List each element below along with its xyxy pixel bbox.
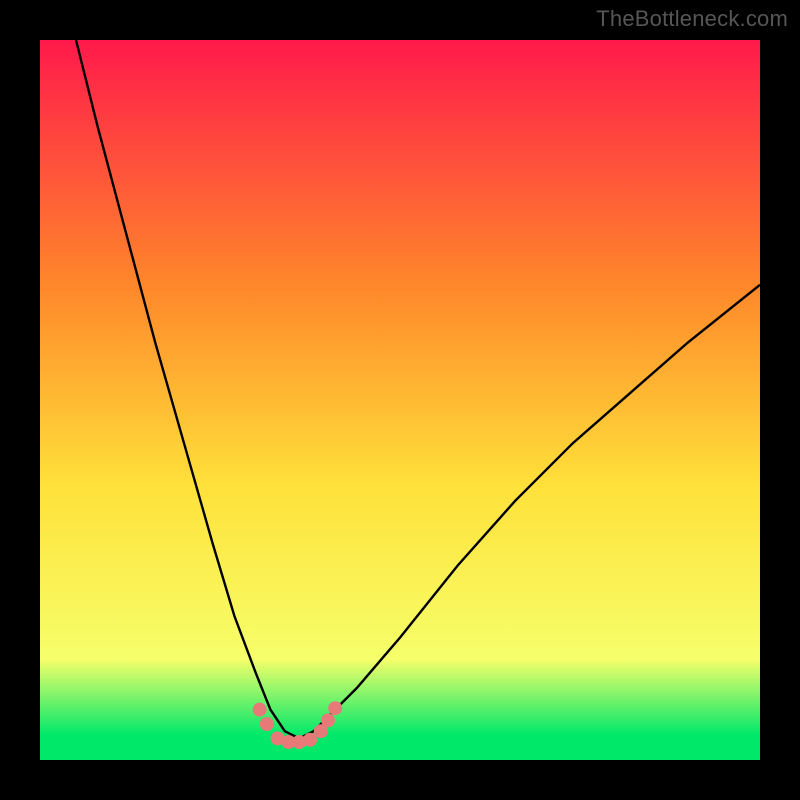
watermark-text: TheBottleneck.com <box>596 6 788 32</box>
bottleneck-curve <box>76 40 760 738</box>
plot-area <box>40 40 760 760</box>
marker-dot <box>260 717 274 731</box>
marker-dot <box>328 701 342 715</box>
highlight-markers <box>253 701 343 749</box>
curve-layer <box>40 40 760 760</box>
marker-dot <box>253 703 267 717</box>
marker-dot <box>321 713 335 727</box>
chart-frame: { "watermark": "TheBottleneck.com", "col… <box>0 0 800 800</box>
